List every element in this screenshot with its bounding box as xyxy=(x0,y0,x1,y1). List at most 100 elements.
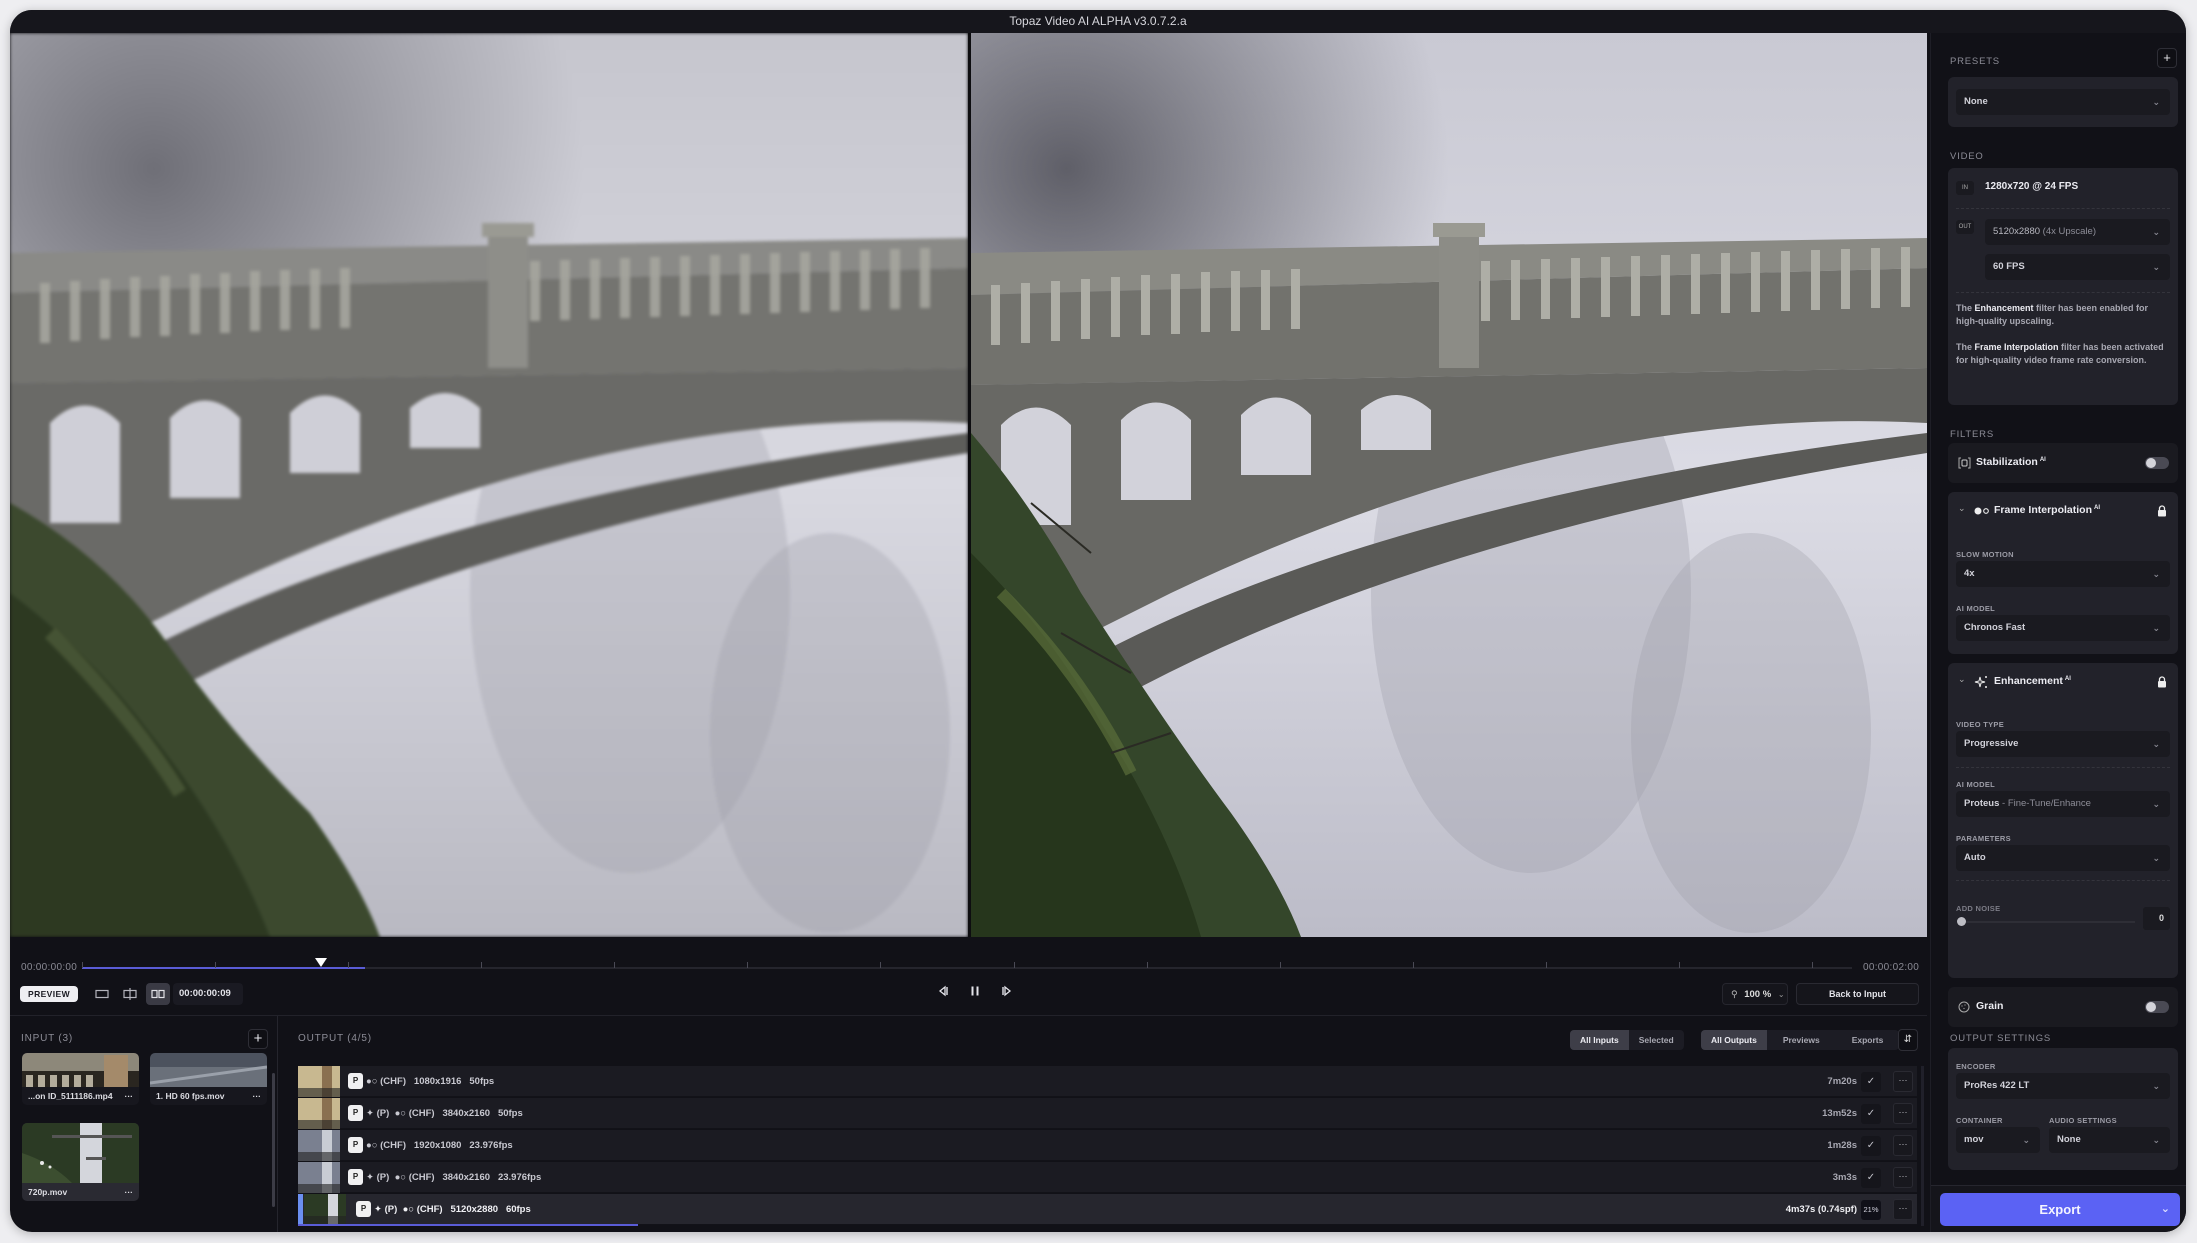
playhead-handle[interactable] xyxy=(314,958,327,967)
filter-selected[interactable]: Selected xyxy=(1629,1030,1684,1050)
container-label: CONTAINER xyxy=(1956,1116,2003,1125)
output-fps-dropdown[interactable]: 60 FPS ⌄ xyxy=(1985,254,2170,280)
settings-panel: PRESETS + None ⌄ VIDEO IN 1280x720 @ 24 F… xyxy=(1930,33,2186,1232)
interp-model-dropdown[interactable]: Chronos Fast ⌄ xyxy=(1956,615,2170,641)
collapse-chevron-icon[interactable]: ⌄ xyxy=(1958,674,1966,685)
encoder-dropdown[interactable]: ProRes 422 LT ⌄ xyxy=(1956,1073,2170,1099)
more-options-button[interactable]: ··· xyxy=(1893,1135,1913,1156)
step-back-icon[interactable] xyxy=(937,985,949,997)
more-options-button[interactable]: ··· xyxy=(1893,1167,1913,1188)
input-item[interactable]: 1. HD 60 fps.mov ··· xyxy=(150,1053,267,1105)
container-dropdown[interactable]: mov ⌄ xyxy=(1956,1127,2040,1153)
divider xyxy=(1956,292,2170,293)
app-window: Topaz Video AI ALPHA v3.0.7.2.a 00:00:00… xyxy=(10,10,2186,1232)
output-spec: ✦ (P) ●○ (CHF) 5120x2880 60fps xyxy=(374,1204,531,1215)
slow-motion-dropdown[interactable]: 4x ⌄ xyxy=(1956,561,2170,587)
input-item-name: ...on ID_5111186.mp4 xyxy=(28,1091,113,1101)
filter-all-outputs[interactable]: All Outputs xyxy=(1701,1030,1767,1050)
preview-badge: P xyxy=(348,1105,363,1121)
output-row-active[interactable]: P ✦ (P) ●○ (CHF) 5120x2880 60fps 4m37s (0.… xyxy=(298,1194,1917,1226)
stabilization-title: Stabilization AI xyxy=(1976,456,2046,468)
preview-area[interactable] xyxy=(10,33,1927,937)
preview-badge: P xyxy=(348,1169,363,1185)
export-bar: Export ⌄ xyxy=(1931,1185,2186,1232)
split-view-button[interactable] xyxy=(118,983,142,1005)
back-to-input-button[interactable]: Back to Input xyxy=(1796,983,1919,1005)
output-spec: ✦ (P) ●○ (CHF) 3840x2160 23.976fps xyxy=(366,1172,542,1183)
video-type-dropdown[interactable]: Progressive ⌄ xyxy=(1956,731,2170,757)
progress-percent: 21% xyxy=(1861,1200,1881,1220)
parameters-dropdown[interactable]: Auto ⌄ xyxy=(1956,845,2170,871)
output-row[interactable]: P ✦ (P) ●○ (CHF) 3840x2160 50fps 13m52s ✓ ··… xyxy=(298,1098,1917,1129)
interp-model-label: AI MODEL xyxy=(1956,604,1996,613)
video-label: VIDEO xyxy=(1950,151,1984,162)
timeline-tick xyxy=(215,962,217,968)
render-time: 1m28s xyxy=(1827,1140,1857,1151)
lock-icon[interactable] xyxy=(2157,505,2167,517)
preview-button[interactable]: PREVIEW xyxy=(20,986,79,1002)
stabilization-toggle[interactable] xyxy=(2145,457,2169,469)
output-spec: ✦ (P) ●○ (CHF) 3840x2160 50fps xyxy=(366,1108,523,1119)
output-row[interactable]: P ✦ (P) ●○ (CHF) 3840x2160 23.976fps 3m3s ✓… xyxy=(298,1162,1917,1193)
add-preset-button[interactable]: + xyxy=(2157,48,2177,68)
grain-toggle[interactable] xyxy=(2145,1001,2169,1013)
grain-filter[interactable]: Grain xyxy=(1948,987,2178,1027)
enhance-model-dropdown[interactable]: Proteus - Fine-Tune/Enhance ⌄ xyxy=(1956,791,2170,817)
more-icon[interactable]: ··· xyxy=(125,1187,134,1197)
more-options-button[interactable]: ··· xyxy=(1893,1199,1913,1220)
zoom-dropdown[interactable]: ⚲ 100 % ⌄ xyxy=(1722,983,1788,1005)
output-scrollbar[interactable] xyxy=(1921,1066,1924,1226)
more-options-button[interactable]: ··· xyxy=(1893,1071,1913,1092)
audio-dropdown[interactable]: None ⌄ xyxy=(2049,1127,2170,1153)
output-resolution-dropdown[interactable]: 5120x2880 (4x Upscale) ⌄ xyxy=(1985,219,2170,245)
more-icon[interactable]: ··· xyxy=(253,1091,262,1101)
more-icon[interactable]: ··· xyxy=(125,1091,134,1101)
input-panel: INPUT (3) + ...on ID_5111186.mp4 ··· 1. H… xyxy=(10,1016,278,1232)
split-view-icon xyxy=(123,988,137,1000)
preview-output-pane[interactable] xyxy=(971,33,1927,937)
collapse-chevron-icon[interactable]: ⌄ xyxy=(1958,503,1966,514)
input-item-selected[interactable]: 720p.mov ··· xyxy=(22,1123,139,1201)
input-item-name: 720p.mov xyxy=(28,1187,68,1197)
add-input-button[interactable]: + xyxy=(248,1029,268,1049)
playback-controls: PREVIEW 00:00:00:09 ⚲ 100 % ⌄ Back to In… xyxy=(10,983,1927,1011)
stabilization-filter[interactable]: Stabilization AI xyxy=(1948,443,2178,483)
chevron-down-icon: ⌄ xyxy=(2152,1135,2160,1145)
timeline-tick xyxy=(747,962,749,968)
filter-all-inputs[interactable]: All Inputs xyxy=(1570,1030,1629,1050)
add-noise-input[interactable]: 0 xyxy=(2143,907,2170,930)
preset-dropdown[interactable]: None ⌄ xyxy=(1956,89,2170,115)
input-title: INPUT (3) xyxy=(21,1033,74,1044)
add-noise-slider[interactable] xyxy=(1957,917,2135,926)
output-settings-card: ENCODER ProRes 422 LT ⌄ CONTAINER mov ⌄ AU… xyxy=(1948,1048,2178,1170)
output-row[interactable]: P ●○ (CHF) 1920x1080 23.976fps 1m28s ✓ ··· xyxy=(298,1130,1917,1161)
encoder-value: ProRes 422 LT xyxy=(1964,1080,2030,1091)
output-row[interactable]: P ●○ (CHF) 1080x1916 50fps 7m20s ✓ ··· xyxy=(298,1066,1917,1097)
upscale-note: (4x Upscale) xyxy=(2042,226,2096,237)
side-by-side-view-button[interactable] xyxy=(146,983,170,1005)
preview-input-pane[interactable] xyxy=(10,33,968,937)
pause-icon[interactable] xyxy=(969,985,981,997)
lock-icon[interactable] xyxy=(2157,676,2167,688)
preview-badge: P xyxy=(348,1073,363,1089)
current-timecode-field[interactable]: 00:00:00:09 xyxy=(173,983,243,1005)
add-noise-slider-handle[interactable] xyxy=(1957,917,1966,926)
filter-previews[interactable]: Previews xyxy=(1767,1030,1836,1050)
single-view-button[interactable] xyxy=(90,983,114,1005)
chevron-down-icon: ⌄ xyxy=(2152,1081,2160,1091)
interpolation-icon: ●○ xyxy=(366,1076,378,1087)
timeline-track[interactable] xyxy=(82,958,1852,969)
export-button[interactable]: Export ⌄ xyxy=(1940,1193,2180,1226)
chevron-down-icon: ⌄ xyxy=(2022,1135,2030,1145)
more-options-button[interactable]: ··· xyxy=(1893,1103,1913,1124)
filter-exports[interactable]: Exports xyxy=(1836,1030,1900,1050)
input-item[interactable]: ...on ID_5111186.mp4 ··· xyxy=(22,1053,139,1105)
timeline-tick xyxy=(1279,962,1281,968)
export-options-chevron-icon[interactable]: ⌄ xyxy=(2161,1193,2170,1226)
complete-check-icon: ✓ xyxy=(1861,1168,1881,1188)
step-forward-icon[interactable] xyxy=(1001,985,1013,997)
export-label: Export xyxy=(2039,1202,2081,1217)
sort-button[interactable]: ⇵ xyxy=(1898,1029,1918,1051)
zoom-value: 100 % xyxy=(1744,989,1772,1000)
input-scrollbar[interactable] xyxy=(272,1073,275,1207)
